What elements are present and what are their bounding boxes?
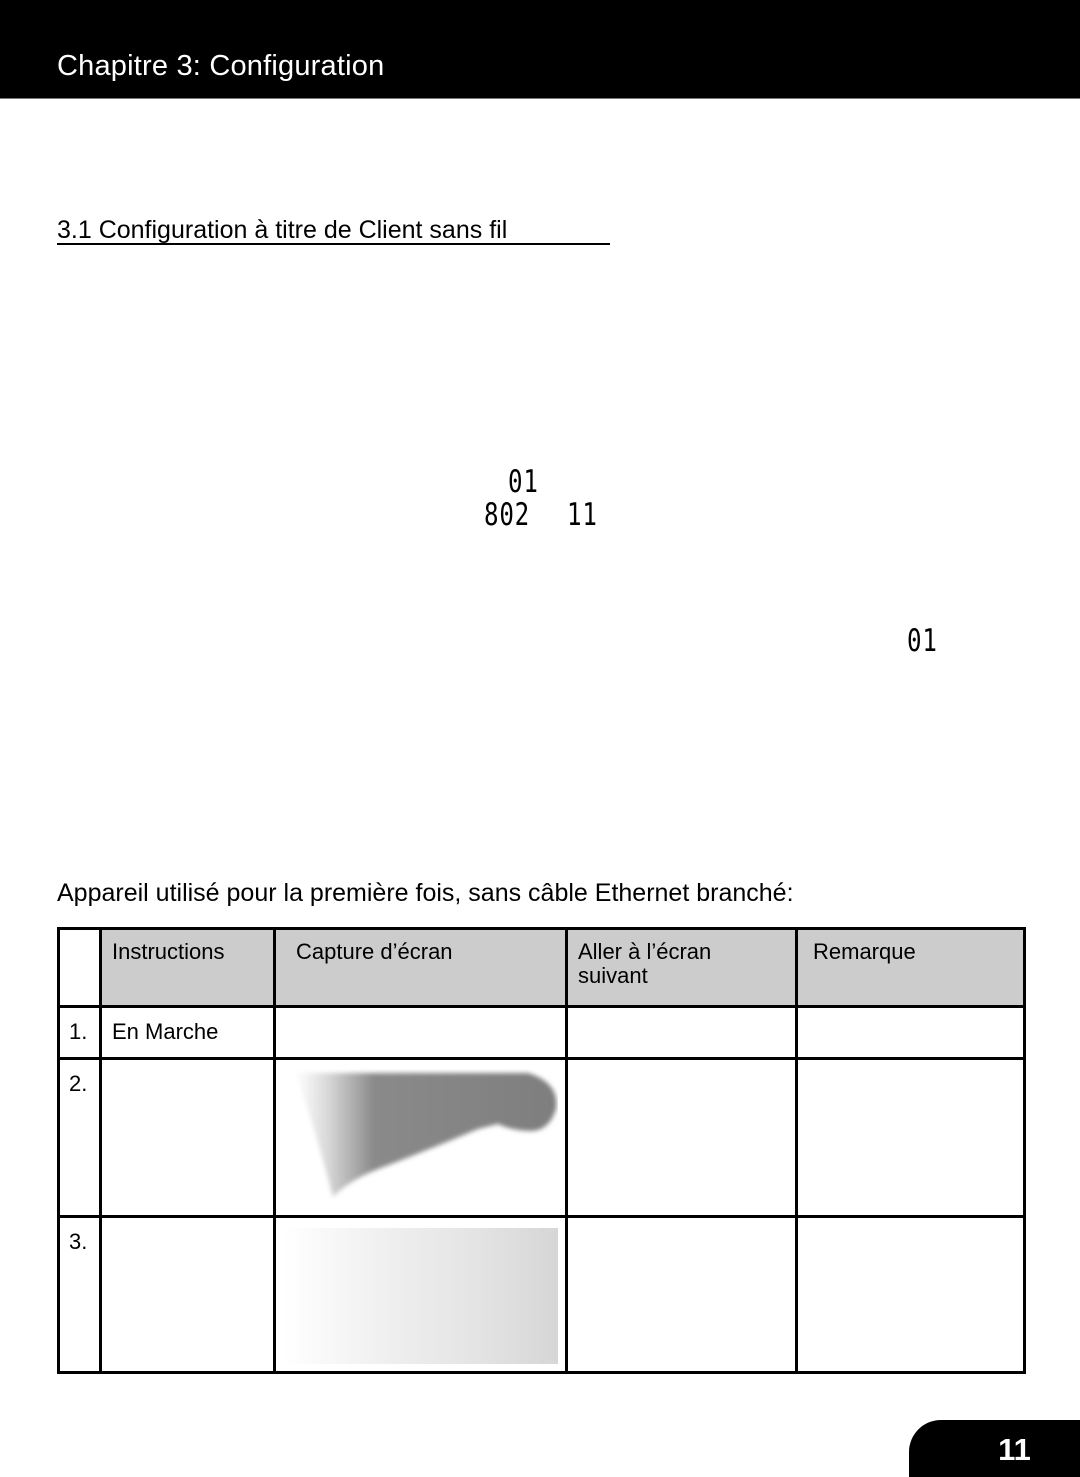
row-instruction: En Marche	[99, 1005, 276, 1060]
header-cell-remark: Remarque	[795, 927, 1026, 1008]
row-next-screen	[565, 1215, 798, 1374]
lcd-readout-01: 01	[508, 464, 539, 500]
table-row: 3.	[57, 1215, 1026, 1374]
header-cell-instructions: Instructions	[99, 927, 276, 1008]
row-number: 3.	[57, 1215, 102, 1374]
header-cell-screenshot: Capture d’écran	[273, 927, 568, 1008]
page-number-tab: 11	[909, 1420, 1080, 1477]
row-next-screen	[565, 1057, 798, 1218]
screenshot-image	[284, 1228, 558, 1364]
row-instruction	[99, 1215, 276, 1374]
row-next-screen	[565, 1005, 798, 1060]
row-remark	[795, 1215, 1026, 1374]
row-screenshot	[273, 1057, 568, 1218]
lcd-readout-11: 11	[567, 497, 598, 533]
row-screenshot	[273, 1005, 568, 1060]
section-title: 3.1 Configuration à titre de Client sans…	[57, 216, 508, 244]
row-number: 1.	[57, 1005, 102, 1060]
screenshot-image	[296, 1073, 557, 1197]
lcd-readout-802: 802	[484, 497, 531, 533]
header-cell-next-screen: Aller à l’écran suivant	[565, 927, 798, 1008]
chapter-title: Chapitre 3: Configuration	[57, 50, 385, 82]
table-header-row: Instructions Capture d’écran Aller à l’é…	[57, 927, 1026, 1008]
row-number: 2.	[57, 1057, 102, 1218]
header-cell-number	[57, 927, 102, 1008]
chapter-header-bar: Chapitre 3: Configuration	[0, 0, 1080, 99]
row-instruction	[99, 1057, 276, 1218]
row-remark	[795, 1005, 1026, 1060]
lcd-readout-01-second: 01	[907, 623, 938, 659]
table-row: 2.	[57, 1057, 1026, 1218]
intro-paragraph: Appareil utilisé pour la première fois, …	[57, 879, 794, 907]
row-remark	[795, 1057, 1026, 1218]
table-row: 1. En Marche	[57, 1005, 1026, 1060]
section-title-underline	[57, 243, 610, 245]
steps-table: Instructions Capture d’écran Aller à l’é…	[57, 927, 1026, 1374]
row-screenshot	[273, 1215, 568, 1374]
page-number: 11	[998, 1432, 1031, 1467]
